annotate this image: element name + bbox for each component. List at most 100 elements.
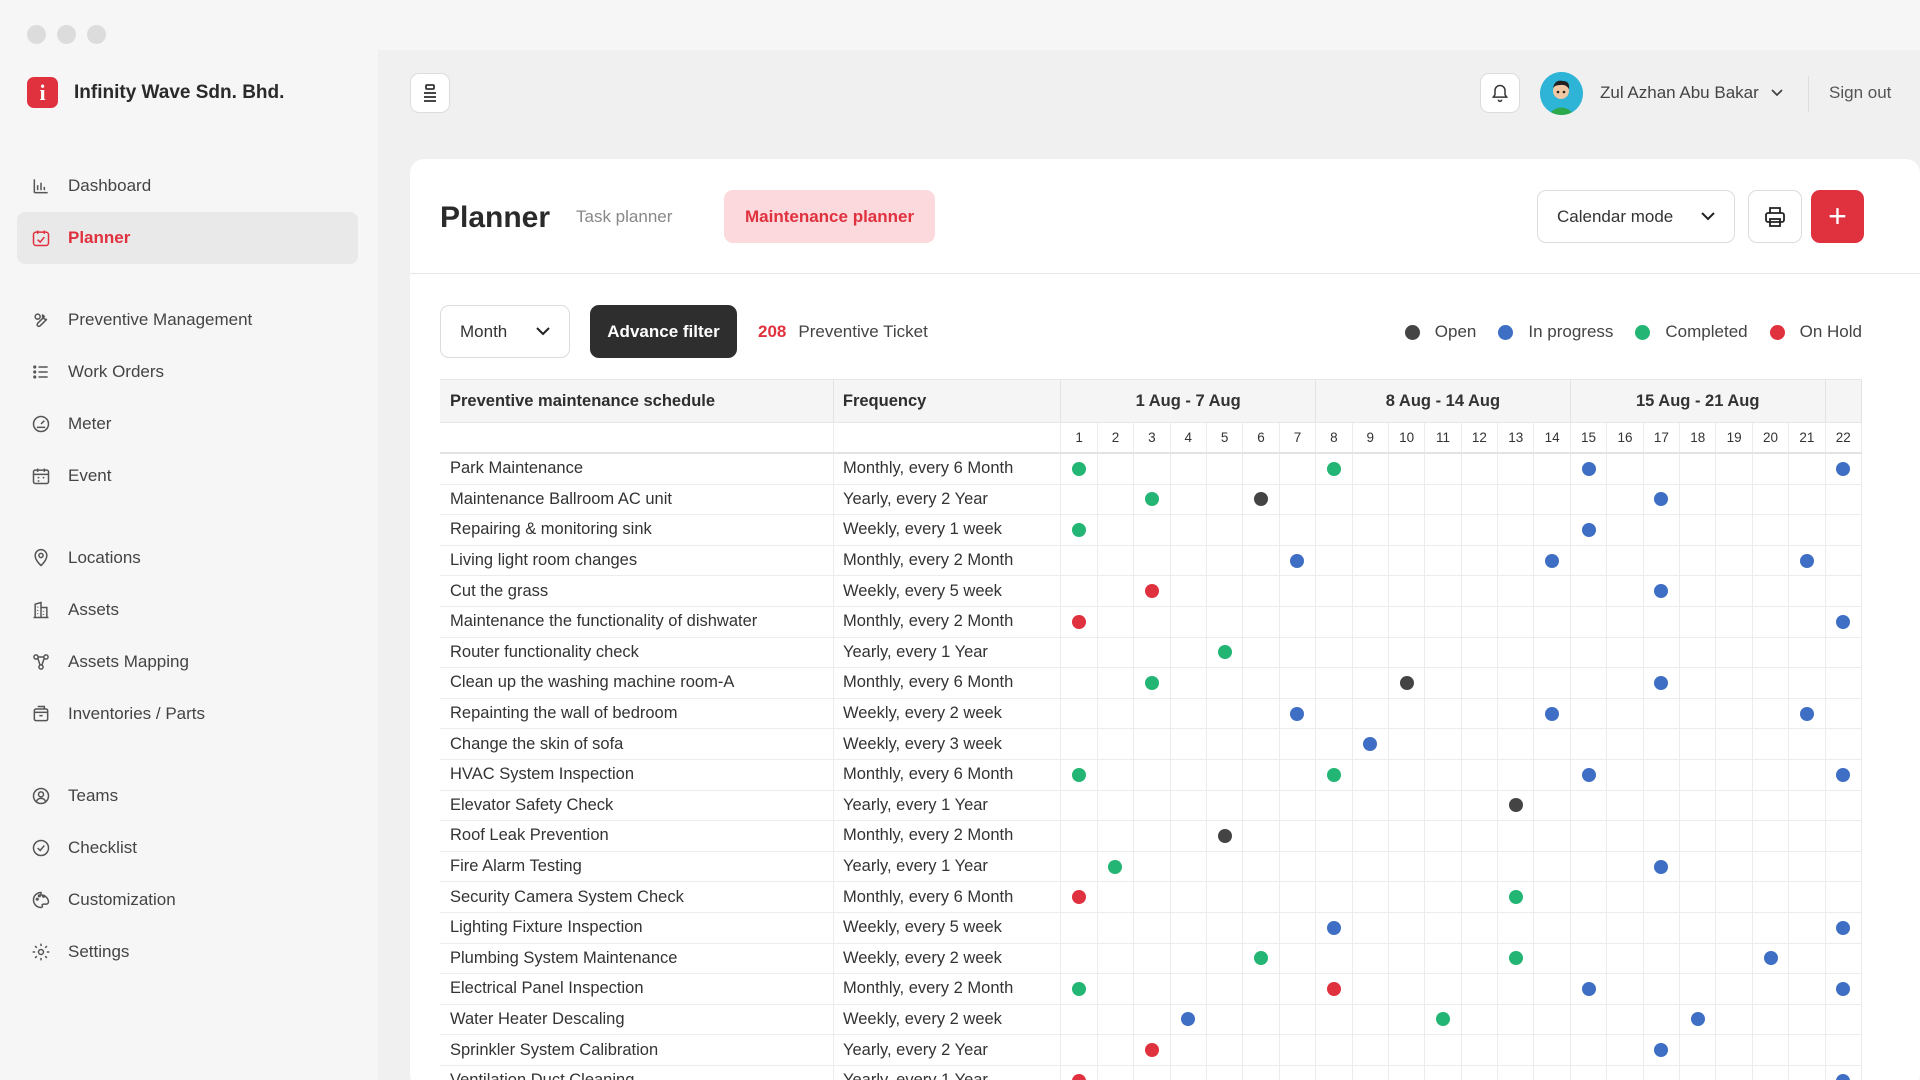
day-cell[interactable] — [1498, 729, 1535, 759]
day-cell[interactable] — [1134, 698, 1171, 729]
day-cell[interactable] — [1134, 882, 1171, 912]
status-progress-dot[interactable] — [1654, 1043, 1669, 1058]
day-cell[interactable] — [1134, 821, 1171, 851]
table-row[interactable]: Fire Alarm Testing Yearly, every 1 Year — [440, 851, 1862, 883]
day-cell[interactable] — [1171, 729, 1207, 759]
day-cell[interactable] — [1207, 790, 1244, 821]
day-cell[interactable] — [1171, 484, 1207, 515]
day-cell[interactable] — [1389, 637, 1426, 668]
day-cell[interactable] — [1789, 943, 1826, 974]
status-completed-dot[interactable] — [1108, 859, 1123, 874]
table-row[interactable]: Sprinkler System Calibration Yearly, ever… — [440, 1035, 1862, 1066]
day-cell[interactable] — [1207, 759, 1244, 790]
day-cell[interactable] — [1098, 974, 1135, 1004]
day-cell[interactable] — [1680, 606, 1717, 637]
day-cell[interactable] — [1280, 912, 1317, 943]
day-cell[interactable] — [1571, 515, 1608, 545]
day-cell[interactable] — [1462, 729, 1499, 759]
day-cell[interactable] — [1680, 545, 1717, 576]
day-cell[interactable] — [1789, 729, 1826, 759]
day-cell[interactable] — [1098, 821, 1135, 851]
day-cell[interactable] — [1534, 606, 1571, 637]
day-cell[interactable] — [1789, 515, 1826, 545]
day-cell[interactable] — [1607, 606, 1644, 637]
day-cell[interactable] — [1389, 698, 1426, 729]
day-cell[interactable] — [1826, 698, 1862, 729]
day-cell[interactable] — [1716, 637, 1753, 668]
day-cell[interactable] — [1098, 454, 1135, 484]
day-cell[interactable] — [1280, 454, 1317, 484]
day-cell[interactable] — [1644, 882, 1681, 912]
day-cell[interactable] — [1498, 821, 1535, 851]
day-cell[interactable] — [1171, 759, 1207, 790]
day-cell[interactable] — [1389, 882, 1426, 912]
day-cell[interactable] — [1280, 851, 1317, 882]
day-cell[interactable] — [1789, 882, 1826, 912]
day-cell[interactable] — [1753, 882, 1790, 912]
day-cell[interactable] — [1462, 698, 1499, 729]
day-cell[interactable] — [1716, 668, 1753, 698]
day-cell[interactable] — [1571, 882, 1608, 912]
day-cell[interactable] — [1680, 698, 1717, 729]
day-cell[interactable] — [1753, 545, 1790, 576]
day-cell[interactable] — [1644, 729, 1681, 759]
day-cell[interactable] — [1316, 1004, 1353, 1035]
day-cell[interactable] — [1425, 454, 1462, 484]
status-completed-dot[interactable] — [1072, 522, 1087, 537]
day-cell[interactable] — [1134, 668, 1171, 698]
day-cell[interactable] — [1425, 974, 1462, 1004]
day-cell[interactable] — [1826, 484, 1862, 515]
day-cell[interactable] — [1534, 576, 1571, 606]
day-cell[interactable] — [1243, 729, 1280, 759]
day-cell[interactable] — [1098, 912, 1135, 943]
day-cell[interactable] — [1207, 729, 1244, 759]
day-cell[interactable] — [1061, 668, 1098, 698]
day-cell[interactable] — [1826, 851, 1862, 882]
day-cell[interactable] — [1353, 821, 1389, 851]
table-row[interactable]: Maintenance the functionality of dishwat… — [440, 606, 1862, 638]
day-cell[interactable] — [1789, 821, 1826, 851]
status-hold-dot[interactable] — [1072, 890, 1087, 905]
day-cell[interactable] — [1243, 454, 1280, 484]
day-cell[interactable] — [1680, 912, 1717, 943]
sidebar-item-planner[interactable]: Planner — [17, 212, 358, 264]
day-cell[interactable] — [1680, 974, 1717, 1004]
day-cell[interactable] — [1316, 821, 1353, 851]
day-cell[interactable] — [1243, 851, 1280, 882]
day-cell[interactable] — [1789, 668, 1826, 698]
day-cell[interactable] — [1753, 637, 1790, 668]
day-cell[interactable] — [1644, 576, 1681, 606]
status-progress-dot[interactable] — [1290, 553, 1305, 568]
day-cell[interactable] — [1753, 821, 1790, 851]
day-cell[interactable] — [1462, 759, 1499, 790]
status-completed-dot[interactable] — [1436, 1012, 1450, 1027]
day-cell[interactable] — [1316, 882, 1353, 912]
day-cell[interactable] — [1207, 668, 1244, 698]
day-cell[interactable] — [1680, 882, 1717, 912]
day-cell[interactable] — [1789, 484, 1826, 515]
day-cell[interactable] — [1061, 759, 1098, 790]
day-cell[interactable] — [1280, 637, 1317, 668]
day-cell[interactable] — [1243, 637, 1280, 668]
day-cell[interactable] — [1498, 790, 1535, 821]
day-cell[interactable] — [1425, 698, 1462, 729]
day-cell[interactable] — [1498, 637, 1535, 668]
day-cell[interactable] — [1353, 1004, 1389, 1035]
day-cell[interactable] — [1753, 759, 1790, 790]
sidebar-item-event[interactable]: Event — [17, 450, 358, 502]
day-cell[interactable] — [1462, 851, 1499, 882]
day-cell[interactable] — [1425, 821, 1462, 851]
day-cell[interactable] — [1134, 1065, 1171, 1080]
day-cell[interactable] — [1534, 484, 1571, 515]
day-cell[interactable] — [1571, 943, 1608, 974]
day-cell[interactable] — [1716, 821, 1753, 851]
day-cell[interactable] — [1826, 790, 1862, 821]
day-cell[interactable] — [1607, 912, 1644, 943]
sidebar-item-locations[interactable]: Locations — [17, 532, 358, 584]
table-row[interactable]: Repainting the wall of bedroom Weekly, ev… — [440, 698, 1862, 730]
day-cell[interactable] — [1353, 729, 1389, 759]
status-open-dot[interactable] — [1399, 675, 1414, 690]
day-cell[interactable] — [1498, 1004, 1535, 1035]
day-cell[interactable] — [1498, 1035, 1535, 1065]
day-cell[interactable] — [1644, 454, 1681, 484]
